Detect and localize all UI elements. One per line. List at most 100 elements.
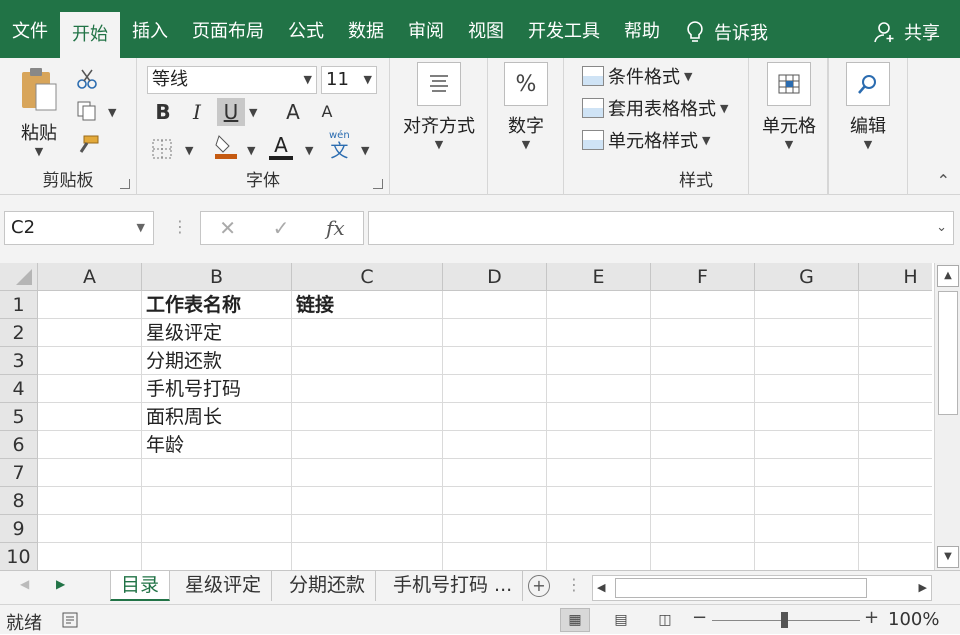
cell-c3[interactable] — [292, 347, 443, 375]
cell-g10[interactable] — [755, 543, 859, 570]
scroll-right-icon[interactable]: ▶ — [919, 581, 927, 594]
cell-b2[interactable]: 星级评定 — [142, 319, 292, 347]
zoom-level[interactable]: 100% — [888, 609, 939, 630]
cell-a6[interactable] — [38, 431, 142, 459]
cell-f1[interactable] — [651, 291, 755, 319]
cell-h9[interactable] — [859, 515, 932, 543]
zoom-out-icon[interactable]: − — [692, 607, 707, 628]
cell-f7[interactable] — [651, 459, 755, 487]
cell-e5[interactable] — [547, 403, 651, 431]
horizontal-scrollbar[interactable]: ◀ ▶ — [592, 575, 932, 601]
cell-f2[interactable] — [651, 319, 755, 347]
borders-dropdown-icon[interactable]: ▼ — [185, 144, 193, 157]
cell-d8[interactable] — [443, 487, 547, 515]
fill-color-icon[interactable] — [213, 132, 239, 160]
underline-dropdown-icon[interactable]: ▼ — [249, 106, 257, 119]
column-header-f[interactable]: F — [651, 263, 755, 291]
cell-c6[interactable] — [292, 431, 443, 459]
formula-bar-grip-icon[interactable]: ⋮ — [172, 217, 188, 236]
tab-insert[interactable]: 插入 — [120, 12, 180, 52]
sheet-tab-phone-mask[interactable]: 手机号打码 ... — [383, 571, 524, 601]
column-header-h[interactable]: H — [859, 263, 932, 291]
font-name-select[interactable]: 等线 ▼ — [147, 66, 317, 94]
copy-icon[interactable] — [76, 100, 98, 122]
cell-c2[interactable] — [292, 319, 443, 347]
row-header-10[interactable]: 10 — [0, 543, 38, 570]
cell-f6[interactable] — [651, 431, 755, 459]
cut-icon[interactable] — [76, 68, 98, 90]
cell-f3[interactable] — [651, 347, 755, 375]
cell-h10[interactable] — [859, 543, 932, 570]
cell-e3[interactable] — [547, 347, 651, 375]
copy-dropdown-icon[interactable]: ▼ — [108, 106, 116, 119]
cell-e7[interactable] — [547, 459, 651, 487]
tab-view[interactable]: 视图 — [456, 12, 516, 52]
cell-e4[interactable] — [547, 375, 651, 403]
row-header-3[interactable]: 3 — [0, 347, 38, 375]
row-header-8[interactable]: 8 — [0, 487, 38, 515]
tab-data[interactable]: 数据 — [336, 12, 396, 52]
shrink-font-button[interactable]: A — [313, 98, 341, 126]
paste-button[interactable]: 粘贴 ▼ — [14, 66, 64, 158]
editing-button[interactable]: 编辑 ▼ — [832, 62, 904, 151]
enter-icon[interactable]: ✓ — [273, 216, 290, 240]
cell-c10[interactable] — [292, 543, 443, 570]
cell-c1[interactable]: 链接 — [292, 291, 443, 319]
cell-e10[interactable] — [547, 543, 651, 570]
tab-help[interactable]: 帮助 — [612, 12, 672, 52]
page-break-view-icon[interactable]: ◫ — [650, 608, 680, 632]
cell-f9[interactable] — [651, 515, 755, 543]
cell-b5[interactable]: 面积周长 — [142, 403, 292, 431]
format-as-table-button[interactable]: 套用表格格式 ▼ — [582, 94, 728, 122]
number-button[interactable]: % 数字 ▼ — [490, 62, 562, 151]
alignment-button[interactable]: 对齐方式 ▼ — [394, 62, 484, 151]
bold-button[interactable]: B — [149, 98, 177, 126]
cell-d4[interactable] — [443, 375, 547, 403]
cell-d5[interactable] — [443, 403, 547, 431]
cell-g9[interactable] — [755, 515, 859, 543]
cell-d6[interactable] — [443, 431, 547, 459]
cell-a8[interactable] — [38, 487, 142, 515]
cell-h1[interactable] — [859, 291, 932, 319]
formula-input[interactable]: ⌄ — [368, 211, 954, 245]
tell-me-box[interactable]: 告诉我 — [686, 12, 768, 52]
cell-b6[interactable]: 年龄 — [142, 431, 292, 459]
zoom-in-icon[interactable]: + — [864, 607, 879, 628]
cell-d1[interactable] — [443, 291, 547, 319]
cell-e1[interactable] — [547, 291, 651, 319]
page-layout-view-icon[interactable]: ▤ — [606, 608, 636, 632]
name-box[interactable]: C2 ▼ — [4, 211, 154, 245]
next-sheet-icon[interactable]: ▶ — [56, 577, 65, 591]
insert-function-button[interactable]: fx — [326, 216, 345, 240]
prev-sheet-icon[interactable]: ◀ — [20, 577, 29, 591]
scroll-up-icon[interactable]: ▲ — [937, 265, 959, 287]
font-launcher-icon[interactable] — [373, 179, 383, 189]
phonetic-dropdown-icon[interactable]: ▼ — [361, 144, 369, 157]
sheet-tab-star-rating[interactable]: 星级评定 — [175, 571, 273, 601]
cell-f10[interactable] — [651, 543, 755, 570]
cell-h2[interactable] — [859, 319, 932, 347]
cell-g2[interactable] — [755, 319, 859, 347]
cell-c4[interactable] — [292, 375, 443, 403]
cell-d9[interactable] — [443, 515, 547, 543]
borders-icon[interactable] — [151, 138, 173, 160]
cell-g6[interactable] — [755, 431, 859, 459]
cell-g3[interactable] — [755, 347, 859, 375]
cell-a10[interactable] — [38, 543, 142, 570]
cell-g1[interactable] — [755, 291, 859, 319]
row-header-5[interactable]: 5 — [0, 403, 38, 431]
cell-c8[interactable] — [292, 487, 443, 515]
row-header-9[interactable]: 9 — [0, 515, 38, 543]
cell-a9[interactable] — [38, 515, 142, 543]
cell-e2[interactable] — [547, 319, 651, 347]
cell-e6[interactable] — [547, 431, 651, 459]
cell-d2[interactable] — [443, 319, 547, 347]
tab-formulas[interactable]: 公式 — [276, 12, 336, 52]
cell-d10[interactable] — [443, 543, 547, 570]
tab-home[interactable]: 开始 — [60, 12, 120, 58]
cell-f5[interactable] — [651, 403, 755, 431]
cell-g4[interactable] — [755, 375, 859, 403]
cell-h7[interactable] — [859, 459, 932, 487]
cell-e9[interactable] — [547, 515, 651, 543]
vertical-scrollbar[interactable]: ▲ ▼ — [934, 263, 960, 570]
